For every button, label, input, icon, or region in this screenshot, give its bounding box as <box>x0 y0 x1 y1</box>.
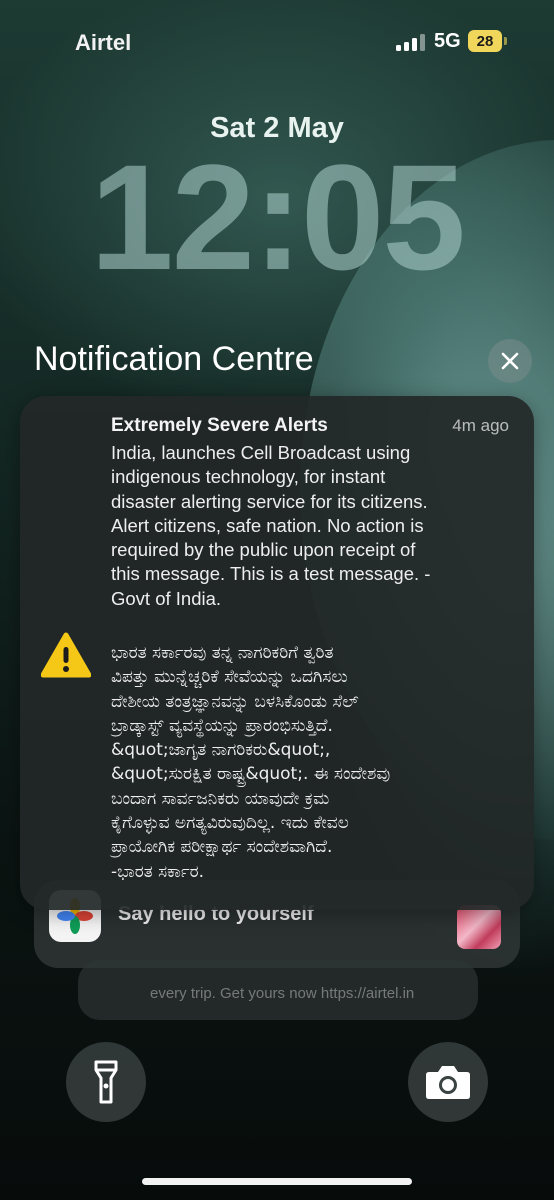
lock-time: 12:05 <box>90 133 466 301</box>
alert-title: Extremely Severe Alerts <box>111 415 328 436</box>
stacked-notification-3-text: every trip. Get yours now https://airtel… <box>150 985 415 1002</box>
close-icon <box>501 352 519 370</box>
status-bar: Airtel 5G 28 <box>0 0 554 90</box>
home-indicator[interactable] <box>142 1178 412 1185</box>
carrier-name: Airtel <box>75 30 132 55</box>
battery-cap <box>504 37 507 45</box>
alert-timestamp: 4m ago <box>452 416 509 435</box>
notification-centre-title: Notification Centre <box>34 340 314 378</box>
alert-body-english: India, launches Cell Broadcast using ind… <box>111 442 431 609</box>
clear-notifications-button[interactable] <box>488 339 532 383</box>
network-type: 5G <box>434 30 461 52</box>
photos-notification-thumbnail <box>457 905 501 949</box>
signal-icon <box>396 33 426 51</box>
flashlight-button[interactable] <box>66 1042 146 1122</box>
battery-icon: 28 <box>468 30 502 52</box>
camera-button[interactable] <box>408 1042 488 1122</box>
emergency-alert-notification[interactable]: Extremely Severe Alerts 4m ago India, la… <box>20 396 534 910</box>
warning-icon <box>41 632 91 678</box>
camera-icon <box>426 1066 470 1099</box>
battery-level: 28 <box>476 32 494 50</box>
flashlight-icon <box>94 1060 118 1104</box>
lock-screen: Airtel 5G 28 Sat 2 May 12:05 Notificatio… <box>0 0 554 1200</box>
alert-body-kannada: ಭಾರತ ಸರ್ಕಾರವು ತನ್ನ ನಾಗರಿಕರಿಗೆ ತ್ವರಿತ ವಿಪ… <box>111 643 391 882</box>
